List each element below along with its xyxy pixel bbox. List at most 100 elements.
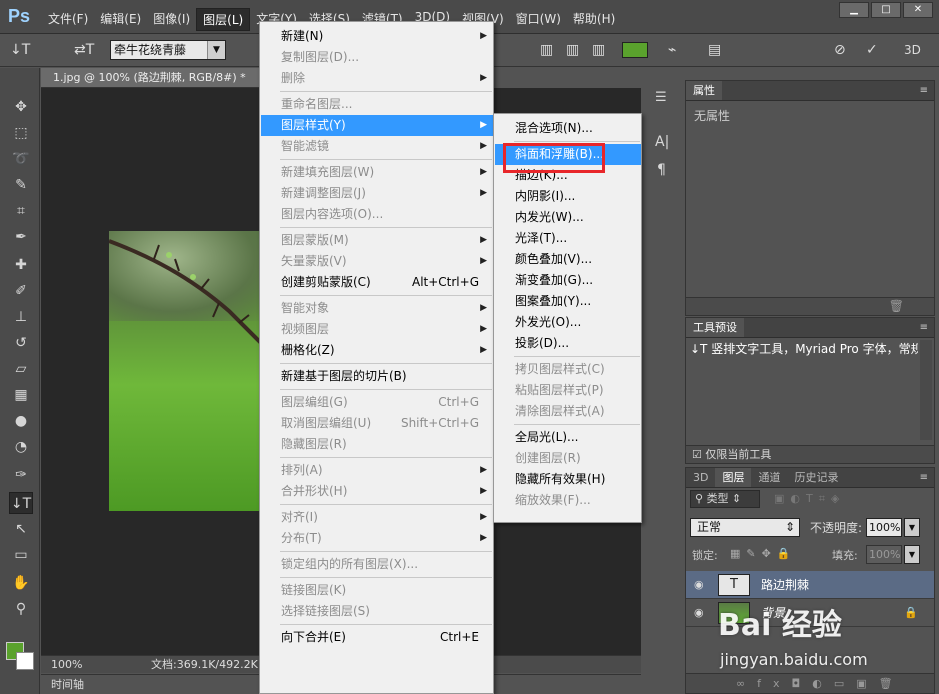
preset-item[interactable]: ↓T 竖排文字工具，Myriad Pro 字体，常规 [690,340,918,357]
menu-option[interactable]: 创建图层(R) [495,448,641,469]
crop-tool-icon[interactable]: ⌗ [9,200,33,222]
menu-option[interactable]: 智能对象 ▶ [261,298,493,319]
menu-option[interactable]: 新建(N) ▶ [261,26,493,47]
character-icon[interactable]: A| [655,134,669,150]
fill-input[interactable]: 100% [866,545,902,564]
menu-option[interactable]: 锁定组内的所有图层(X)... [261,554,493,575]
panel-menu-icon[interactable]: ≡ [920,318,934,337]
tab-layers-panel[interactable]: 通道 [751,468,787,487]
move-tool-icon[interactable]: ✥ [9,96,33,118]
eyedropper-tool-icon[interactable]: ✒ [9,226,33,248]
menu-option[interactable]: 投影(D)... [495,333,641,354]
layer-row-text[interactable]: ◉ T 路边荆棘 [686,571,934,599]
align-top-icon[interactable]: ▥ [540,40,553,60]
character-panel-icon[interactable]: ▤ [708,40,721,60]
menu-option[interactable]: 分布(T) ▶ [261,528,493,549]
text-orientation-toggle-icon[interactable]: ⇄T [74,40,94,60]
menu-item[interactable]: 窗口(W) [510,8,567,31]
layer-filter-select[interactable]: ⚲ 类型 ⇕ [690,490,760,508]
menu-option[interactable]: 图层蒙版(M) ▶ [261,230,493,251]
cancel-icon[interactable]: ⊘ [834,40,846,60]
lasso-tool-icon[interactable]: ➰ [9,148,33,170]
eraser-tool-icon[interactable]: ▱ [9,358,33,380]
menu-item[interactable]: 编辑(E) [94,8,147,31]
panel-menu-icon[interactable]: ≡ [920,81,934,100]
menu-option[interactable]: 隐藏图层(R) [261,434,493,455]
brush-tool-icon[interactable]: ✐ [9,280,33,302]
vertical-type-icon[interactable]: ↓T [10,40,30,60]
paragraph-icon[interactable]: ¶ [657,162,666,178]
menu-option[interactable]: 删除 ▶ [261,68,493,89]
warp-text-icon[interactable]: ⌁ [668,40,676,60]
menu-option[interactable]: 智能滤镜 ▶ [261,136,493,157]
menu-option[interactable]: 全局光(L)... [495,427,641,448]
layer-actions-bar[interactable]: ∞fx◘◐▭▣🗑 [686,673,934,693]
menu-option[interactable]: 取消图层编组(U) Shift+Ctrl+G [261,413,493,434]
scrollbar[interactable] [920,340,932,440]
gradient-tool-icon[interactable]: ▦ [9,384,33,406]
menu-option[interactable]: 颜色叠加(V)... [495,249,641,270]
eye-icon[interactable]: ◉ [694,599,704,627]
align-bottom-icon[interactable]: ▥ [592,40,605,60]
stamp-tool-icon[interactable]: ⊥ [9,306,33,328]
checkbox[interactable]: ☑ [692,448,702,461]
menu-option[interactable]: 矢量蒙版(V) ▶ [261,251,493,272]
menu-option[interactable]: 合并形状(H) ▶ [261,481,493,502]
quick-select-tool-icon[interactable]: ✎ [9,174,33,196]
background-color-swatch[interactable] [16,652,34,670]
menu-item[interactable]: 文件(F) [42,8,94,31]
history-brush-icon[interactable]: ↺ [9,332,33,354]
marquee-tool-icon[interactable]: ⬚ [9,122,33,144]
pen-tool-icon[interactable]: ✑ [9,464,33,486]
close-button[interactable]: ✕ [903,2,933,18]
menu-option[interactable]: 新建调整图层(J) ▶ [261,183,493,204]
menu-item[interactable]: 图层(L) [196,8,251,31]
menu-option[interactable]: 内阴影(I)... [495,186,641,207]
menu-option[interactable]: 图层内容选项(O)... [261,204,493,225]
menu-option[interactable]: 缩放效果(F)... [495,490,641,511]
chevron-down-icon[interactable]: ▼ [904,518,920,537]
menu-option[interactable]: 新建基于图层的切片(B) [261,366,493,387]
menu-option[interactable]: 新建填充图层(W) ▶ [261,162,493,183]
menu-option[interactable]: 创建剪贴蒙版(C) Alt+Ctrl+G [261,272,493,293]
3d-button[interactable]: 3D [904,40,921,60]
menu-option[interactable]: 视频图层 ▶ [261,319,493,340]
menu-option[interactable]: 链接图层(K) [261,580,493,601]
text-color-swatch[interactable] [622,42,648,58]
menu-option[interactable]: 清除图层样式(A) [495,401,641,422]
type-tool-icon[interactable]: ↓T [9,492,33,514]
menu-option[interactable]: 隐藏所有效果(H) [495,469,641,490]
tab-tool-presets[interactable]: 工具预设 [686,318,744,337]
hand-tool-icon[interactable]: ✋ [9,572,33,594]
menu-item[interactable]: 帮助(H) [567,8,621,31]
menu-item[interactable]: 图像(I) [147,8,196,31]
menu-option[interactable]: 渐变叠加(G)... [495,270,641,291]
zoom-tool-icon[interactable]: ⚲ [9,598,33,620]
chevron-down-icon[interactable]: ▼ [904,545,920,564]
font-family-select[interactable]: 牵牛花绕青藤 ▼ [110,40,226,60]
menu-option[interactable]: 栅格化(Z) ▶ [261,340,493,361]
menu-option[interactable]: 内发光(W)... [495,207,641,228]
eye-icon[interactable]: ◉ [694,571,704,599]
blur-tool-icon[interactable]: ● [9,410,33,432]
menu-option[interactable]: 图案叠加(Y)... [495,291,641,312]
panel-menu-icon[interactable]: ≡ [920,468,934,487]
shape-tool-icon[interactable]: ▭ [9,544,33,566]
opacity-input[interactable]: 100% [866,518,902,537]
menu-option[interactable]: 排列(A) ▶ [261,460,493,481]
commit-icon[interactable]: ✓ [866,40,878,60]
path-select-tool-icon[interactable]: ↖ [9,518,33,540]
layer-comps-icon[interactable]: ☰ [655,90,667,105]
menu-option[interactable]: 选择链接图层(S) [261,601,493,622]
menu-option[interactable]: 拷贝图层样式(C) [495,359,641,380]
menu-option[interactable]: 重命名图层... [261,94,493,115]
menu-option[interactable]: 向下合并(E) Ctrl+E [261,627,493,648]
zoom-level[interactable]: 100% [51,656,82,673]
minimize-button[interactable]: ▁ [839,2,869,18]
trash-icon[interactable]: 🗑 [889,299,904,313]
lock-icons[interactable]: ▦✎✥🔒 [730,547,797,560]
restore-button[interactable]: □ [871,2,901,18]
menu-option[interactable]: 外发光(O)... [495,312,641,333]
tab-layers-panel[interactable]: 图层 [715,468,752,487]
menu-option[interactable]: 对齐(I) ▶ [261,507,493,528]
